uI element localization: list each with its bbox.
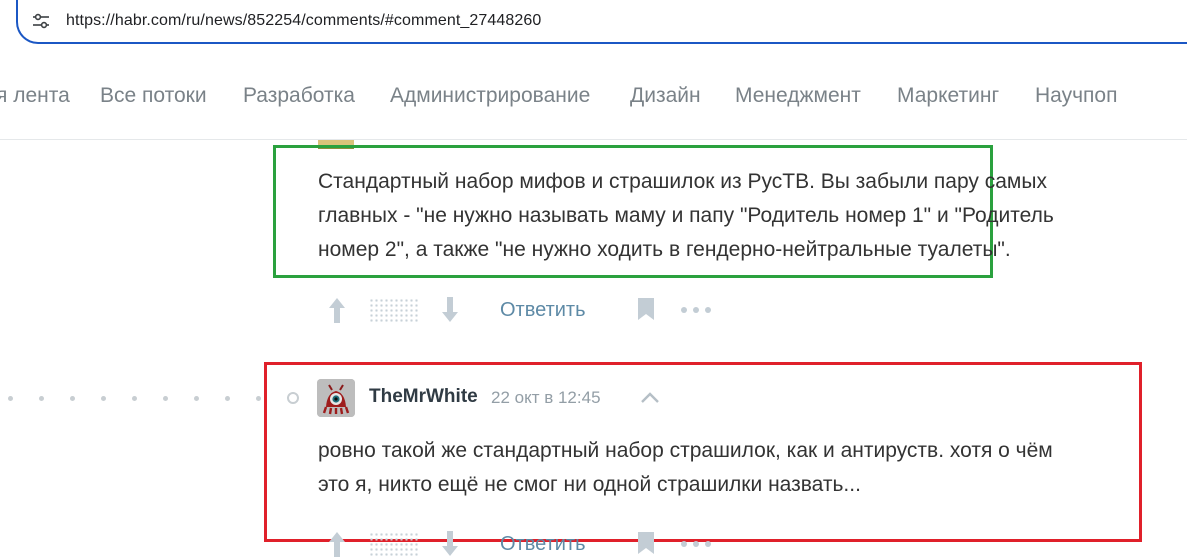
nav-item-design[interactable]: Дизайн <box>630 84 701 108</box>
more-options-icon[interactable] <box>681 541 711 547</box>
comment-body: Стандартный набор мифов и страшилок из Р… <box>318 165 1054 267</box>
thread-indent-dot <box>225 396 230 401</box>
bookmark-icon[interactable] <box>637 297 655 321</box>
thread-indent-dot <box>132 396 137 401</box>
chevron-up-icon[interactable] <box>640 390 660 404</box>
reply-button[interactable]: Ответить <box>500 533 586 556</box>
comment-actions: Ответить <box>318 295 718 329</box>
comment-line: главных - "не нужно называть маму и папу… <box>318 204 1054 227</box>
bookmark-icon[interactable] <box>637 531 655 555</box>
address-bar[interactable]: https://habr.com/ru/news/852254/comments… <box>16 0 1187 44</box>
comment-timestamp[interactable]: 22 окт в 12:45 <box>491 388 601 408</box>
nav-item-administration[interactable]: Администрирование <box>390 84 590 108</box>
thread-indent-dot <box>194 396 199 401</box>
comment-line: номер 2", а также "не нужно ходить в ген… <box>318 238 1011 261</box>
more-options-icon[interactable] <box>681 307 711 313</box>
thread-indent-dot <box>256 396 261 401</box>
upvote-arrow-icon[interactable] <box>327 295 347 325</box>
site-settings-icon[interactable] <box>32 12 50 30</box>
nav-item-marketing[interactable]: Маркетинг <box>897 84 999 108</box>
url-text[interactable]: https://habr.com/ru/news/852254/comments… <box>66 12 541 30</box>
downvote-arrow-icon[interactable] <box>440 529 460 559</box>
avatar[interactable] <box>317 379 355 417</box>
flows-nav: я лента Все потоки Разработка Администри… <box>0 52 1187 140</box>
browser-toolbar: https://habr.com/ru/news/852254/comments… <box>0 0 1187 50</box>
reply-button[interactable]: Ответить <box>500 299 586 322</box>
downvote-arrow-icon[interactable] <box>440 295 460 325</box>
comment-actions: Ответить <box>318 529 718 560</box>
robot-avatar-icon <box>317 379 355 417</box>
nav-item-management[interactable]: Менеджмент <box>735 84 861 108</box>
upvote-arrow-icon[interactable] <box>327 529 347 559</box>
comment-line: это я, никто ещё не смог ни одной страши… <box>318 473 861 496</box>
comment-line: ровно такой же стандартный набор страшил… <box>318 439 1053 462</box>
thread-indent-dot <box>163 396 168 401</box>
nav-item-all-flows[interactable]: Все потоки <box>100 84 207 108</box>
thread-indent-dot <box>101 396 106 401</box>
nav-item-development[interactable]: Разработка <box>243 84 355 108</box>
nav-item-my-feed[interactable]: я лента <box>0 84 70 108</box>
comment-author[interactable]: TheMrWhite <box>369 386 478 408</box>
rating-placeholder <box>369 298 419 324</box>
thread-indent-dot <box>70 396 75 401</box>
nav-item-popsci[interactable]: Научпоп <box>1035 84 1117 108</box>
comment-body: ровно такой же стандартный набор страшил… <box>318 434 1053 502</box>
comment-line: Стандартный набор мифов и страшилок из Р… <box>318 170 1047 193</box>
thread-indent-dot <box>39 396 44 401</box>
rating-placeholder <box>369 532 419 558</box>
thread-indent-dot <box>8 396 13 401</box>
